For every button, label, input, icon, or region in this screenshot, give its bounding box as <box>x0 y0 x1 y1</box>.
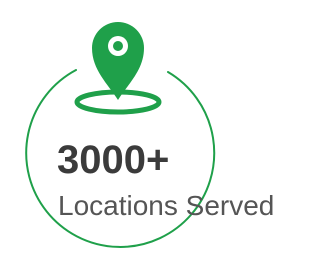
stat-label: Locations Served <box>58 190 275 221</box>
stat-value: 3000+ <box>57 138 170 182</box>
location-pin-icon <box>92 22 144 100</box>
stat-card: 3000+ Locations Served <box>0 0 287 257</box>
